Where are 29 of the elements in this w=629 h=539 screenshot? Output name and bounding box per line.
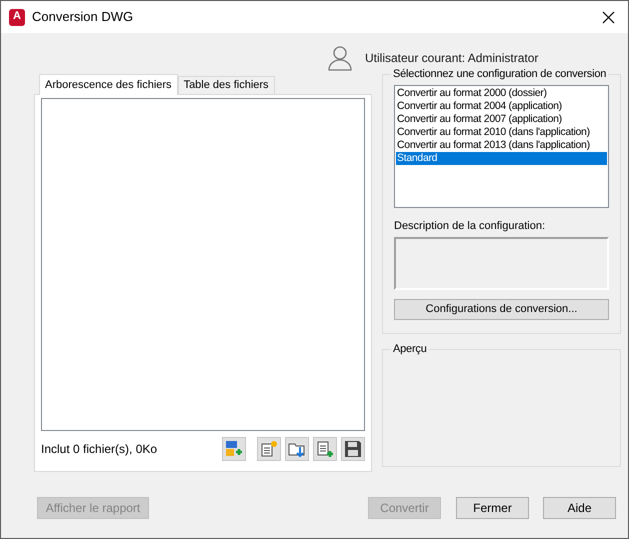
group-title: Sélectionnez une configuration de conversion (392, 67, 608, 82)
user-icon (327, 45, 353, 71)
configuration-item[interactable]: Convertir au format 2010 (dans l'application) (396, 126, 607, 138)
configuration-item[interactable]: Convertir au format 2004 (application) (396, 100, 607, 112)
tab[interactable]: Table des fichiers (178, 76, 275, 94)
dialog-button[interactable]: Aide (543, 497, 616, 519)
toolbar-button[interactable] (313, 437, 337, 461)
toolbar-button[interactable] (285, 437, 309, 461)
toolbar-button[interactable] (257, 437, 281, 461)
window-title: Conversion DWG (32, 8, 134, 26)
conversion-settings-button[interactable]: Configurations de conversion... (394, 299, 609, 320)
configuration-item[interactable]: Standard (396, 152, 607, 164)
configuration-item[interactable]: Convertir au format 2000 (dossier) (396, 86, 607, 100)
save-icon (344, 440, 362, 458)
new-list-icon (260, 440, 278, 458)
file-count-label: Inclut 0 fichier(s), 0Ko (41, 441, 158, 458)
list-add-icon (316, 440, 334, 458)
app-logo: A (9, 8, 25, 26)
configuration-item[interactable]: Convertir au format 2013 (dans l'application) (396, 138, 607, 152)
close-icon (602, 10, 614, 24)
group-title: Aperçu (392, 342, 428, 357)
current-user-label: Utilisateur courant: Administrator (365, 50, 538, 67)
configuration-item[interactable]: Convertir au format 2007 (application) (396, 112, 607, 126)
file-tree-add-icon (225, 440, 243, 458)
description-label: Description de la configuration: (394, 218, 546, 234)
tab[interactable]: Arborescence des fichiers (39, 74, 178, 95)
toolbar-button[interactable] (222, 437, 246, 461)
toolbar-button[interactable] (341, 437, 365, 461)
dialog-button[interactable]: Fermer (456, 497, 529, 519)
